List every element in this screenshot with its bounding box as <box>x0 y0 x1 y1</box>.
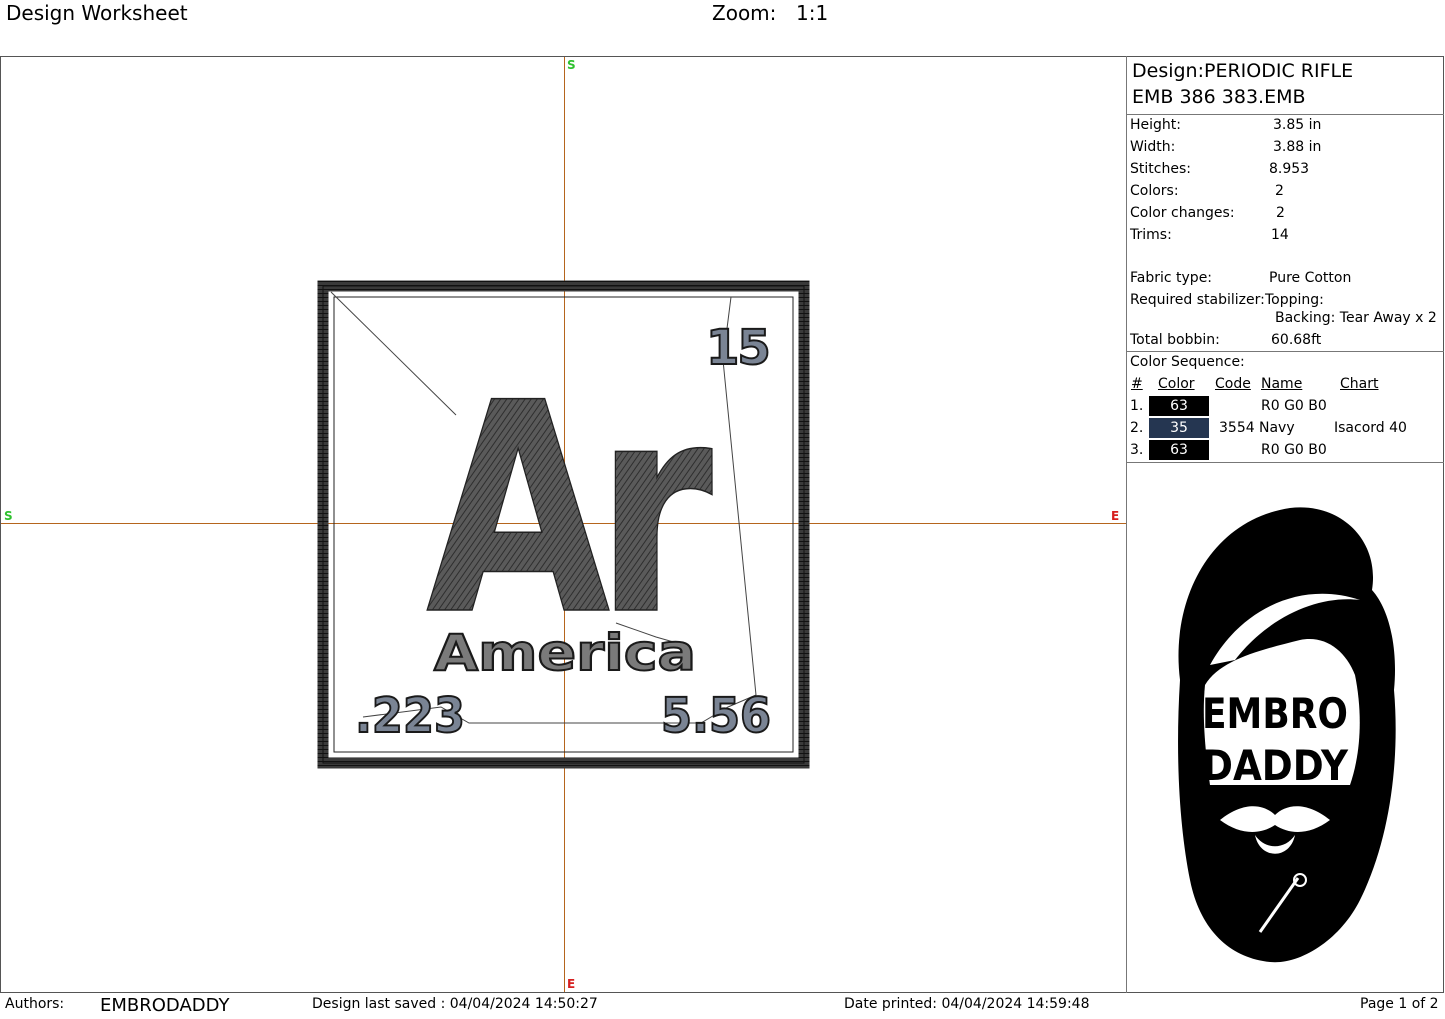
design-preview[interactable]: S S E E Ar 15 America .223 5.56 <box>1 57 1126 992</box>
stat-value: 3.85 in <box>1273 117 1322 133</box>
bobbin-label: Total bobbin: <box>1130 332 1220 348</box>
design-file: EMB 386 383.EMB <box>1132 86 1306 108</box>
stabilizer-label: Required stabilizer: <box>1130 292 1265 308</box>
color-swatch: 63 <box>1149 396 1209 416</box>
stat-label: Height: <box>1130 117 1181 133</box>
atomic-number: 15 <box>706 320 769 376</box>
stat-label: Width: <box>1130 139 1176 155</box>
left-caliber: .223 <box>355 688 465 744</box>
panel-divider <box>1126 56 1127 993</box>
design-stats: Height: 3.85 in Width: 3.88 in Stitches: 8.… <box>1130 114 1440 246</box>
seq-code: 3554 <box>1219 420 1255 436</box>
stat-value: 2 <box>1275 183 1284 199</box>
stat-label: Trims: <box>1130 227 1172 243</box>
col-code: Code <box>1215 376 1251 392</box>
color-sequence-title: Color Sequence: <box>1130 354 1245 370</box>
divider <box>1127 462 1444 463</box>
zoom-label: Zoom: <box>712 1 777 25</box>
right-caliber: 5.56 <box>661 688 771 744</box>
stat-label: Color changes: <box>1130 205 1235 221</box>
embrodaddy-logo: EMBRO DADDY <box>1178 507 1396 963</box>
stat-value: 2 <box>1276 205 1285 221</box>
color-swatch: 35 <box>1149 418 1209 438</box>
last-saved: Design last saved : 04/04/2024 14:50:27 <box>312 996 598 1012</box>
seq-name: Navy <box>1259 420 1295 436</box>
seq-num: 2. <box>1130 420 1144 436</box>
col-color: Color <box>1158 376 1195 392</box>
stat-value: 14 <box>1271 227 1289 243</box>
bobbin-value: 60.68ft <box>1271 332 1322 348</box>
stat-label: Stitches: <box>1130 161 1191 177</box>
col-name: Name <box>1261 376 1303 392</box>
date-printed: Date printed: 04/04/2024 14:59:48 <box>844 996 1090 1012</box>
page-indicator: Page 1 of 2 <box>1360 996 1439 1012</box>
zoom-value[interactable]: 1:1 <box>796 0 828 26</box>
col-num: # <box>1131 376 1143 392</box>
authors-label: Authors: <box>5 996 65 1012</box>
sequence-row[interactable]: 2. 35 3554 Navy Isacord 40 <box>1127 417 1444 439</box>
seq-num: 1. <box>1130 398 1144 414</box>
sequence-row[interactable]: 1. 63 R0 G0 B0 <box>1127 395 1444 417</box>
authors-value: EMBRODADDY <box>100 995 230 1016</box>
stat-value: 3.88 in <box>1273 139 1322 155</box>
seq-chart: Isacord 40 <box>1334 420 1407 436</box>
element-name: America <box>434 624 696 682</box>
worksheet-title: Design Worksheet <box>6 1 188 25</box>
sequence-row[interactable]: 3. 63 R0 G0 B0 <box>1127 439 1444 461</box>
color-swatch: 63 <box>1149 440 1209 460</box>
col-chart: Chart <box>1340 376 1379 392</box>
seq-num: 3. <box>1130 442 1144 458</box>
seq-name: R0 G0 B0 <box>1261 442 1327 458</box>
fabric-value: Pure Cotton <box>1269 270 1352 286</box>
stat-label: Colors: <box>1130 183 1179 199</box>
logo-line2: DADDY <box>1202 741 1349 790</box>
fabric-label: Fabric type: <box>1130 270 1213 286</box>
color-sequence-list: 1. 63 R0 G0 B0 2. 35 3554 Navy Isacord 4… <box>1127 395 1444 461</box>
embroidery-render: Ar 15 America .223 5.56 <box>317 280 810 769</box>
backing-value: Backing: Tear Away x 2 <box>1275 310 1437 326</box>
logo-line1: EMBRO <box>1202 689 1348 738</box>
design-name: Design:PERIODIC RIFLE <box>1132 60 1354 82</box>
seq-name: R0 G0 B0 <box>1261 398 1327 414</box>
stat-value: 8.953 <box>1269 161 1310 177</box>
